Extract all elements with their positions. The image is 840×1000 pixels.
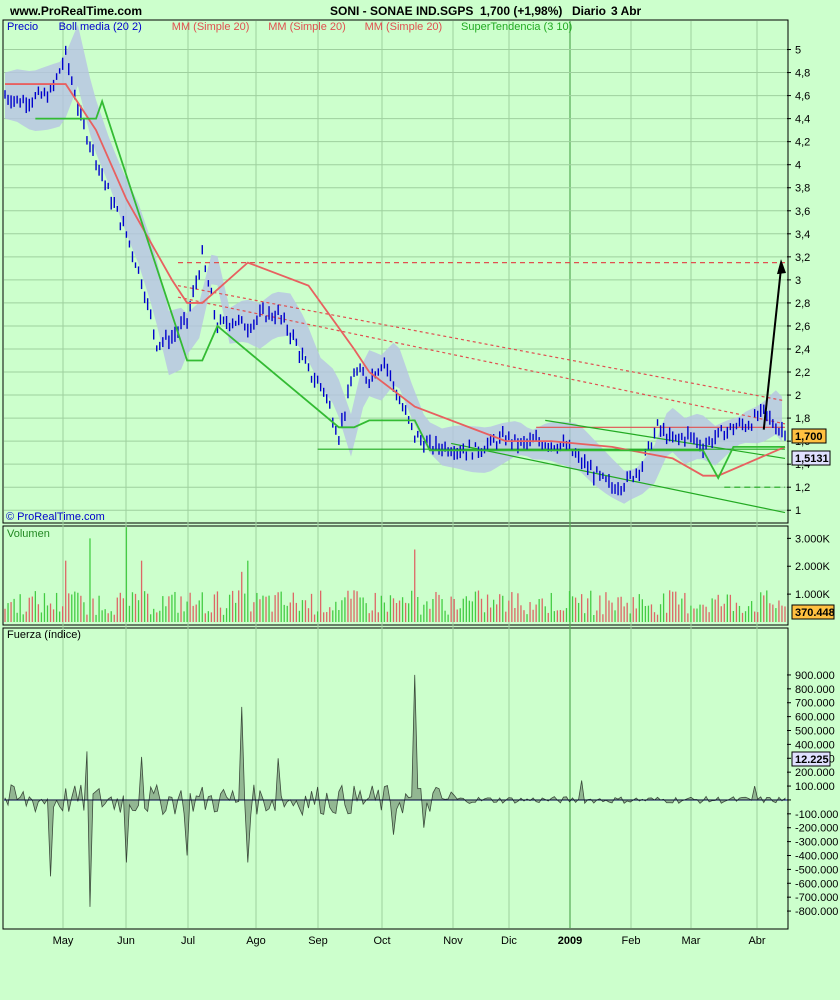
- x-tick-label: Jun: [117, 935, 135, 947]
- legend-item: Boll media (20 2): [59, 21, 142, 33]
- volume-badge-label: 370.448: [795, 607, 835, 619]
- x-tick-label: Abr: [748, 935, 765, 947]
- force-title: Fuerza (índice): [7, 629, 81, 641]
- y-tick-label: 1,2: [795, 482, 810, 494]
- y-tick-label: 4,4: [795, 114, 810, 126]
- x-tick-label: Dic: [501, 935, 517, 947]
- y-tick-label: 4,8: [795, 68, 810, 80]
- force-tick-label: -800.000: [795, 906, 838, 918]
- x-tick-label: Nov: [443, 935, 463, 947]
- y-tick-label: 2,8: [795, 298, 810, 310]
- volume-tick-label: 3.000K: [795, 533, 831, 545]
- y-tick-label: 3,6: [795, 206, 810, 218]
- period: Diario: [572, 4, 606, 18]
- x-tick-label: 2009: [558, 935, 582, 947]
- y-tick-label: 2,2: [795, 367, 810, 379]
- volume-title: Volumen: [7, 528, 50, 540]
- force-badge-label: 12.225: [795, 754, 829, 766]
- x-tick-label: Jul: [181, 935, 195, 947]
- legend-item: SuperTendencia (3 10): [461, 21, 572, 33]
- y-tick-label: 3,2: [795, 252, 810, 264]
- chart-canvas: www.ProRealTime.com SONI - SONAE IND.SGP…: [2, 4, 838, 947]
- y-tick-label: 3,8: [795, 183, 810, 195]
- x-tick-label: May: [53, 935, 74, 947]
- y-tick-label: 2,6: [795, 321, 810, 333]
- force-panel[interactable]: [2, 627, 789, 930]
- y-tick-label: 2,4: [795, 344, 810, 356]
- y-tick-label: 1,8: [795, 413, 810, 425]
- y-tick-label: 1: [795, 505, 801, 517]
- legend-item: MM (Simple 20): [268, 21, 346, 33]
- force-tick-label: -300.000: [795, 837, 838, 849]
- volume-tick-label: 2.000K: [795, 561, 831, 573]
- instrument-name: SONI - SONAE IND.SGPS: [330, 4, 473, 18]
- force-tick-label: -500.000: [795, 864, 838, 876]
- price-change: 1,700 (+1,98%): [480, 4, 562, 18]
- date: 3 Abr: [611, 4, 642, 18]
- force-tick-label: 400.000: [795, 739, 835, 751]
- force-tick-label: 500.000: [795, 726, 835, 738]
- x-tick-label: Mar: [682, 935, 701, 947]
- force-tick-label: -600.000: [795, 878, 838, 890]
- force-tick-label: -700.000: [795, 892, 838, 904]
- y-tick-label: 2: [795, 390, 801, 402]
- y-tick-label: 5: [795, 45, 801, 57]
- watermark: © ProRealTime.com: [6, 511, 105, 523]
- y-tick-label: 4,2: [795, 137, 810, 149]
- y-tick-label: 3: [795, 275, 801, 287]
- y-tick-label: 4,6: [795, 91, 810, 103]
- force-tick-label: 900.000: [795, 670, 835, 682]
- force-tick-label: -200.000: [795, 823, 838, 835]
- force-tick-label: 800.000: [795, 684, 835, 696]
- force-tick-label: -100.000: [795, 809, 838, 821]
- force-tick-label: 700.000: [795, 698, 835, 710]
- x-tick-label: Feb: [622, 935, 641, 947]
- force-tick-label: -400.000: [795, 851, 838, 863]
- y-tick-label: 3,4: [795, 229, 810, 241]
- site-name[interactable]: www.ProRealTime.com: [9, 4, 142, 18]
- x-tick-label: Sep: [308, 935, 328, 947]
- force-tick-label: 100.000: [795, 781, 835, 793]
- x-tick-label: Oct: [373, 935, 390, 947]
- price-badge-label: 1,700: [795, 431, 823, 443]
- force-tick-label: 200.000: [795, 767, 835, 779]
- legend-item: MM (Simple 20): [365, 21, 443, 33]
- y-tick-label: 4: [795, 160, 801, 172]
- legend-item: MM (Simple 20): [172, 21, 250, 33]
- legend-item: Precio: [7, 21, 38, 33]
- supertrend-badge-label: 1,5131: [795, 453, 829, 465]
- legend: Precio Boll media (20 2) MM (Simple 20) MM …: [7, 21, 572, 33]
- x-tick-label: Ago: [246, 935, 266, 947]
- volume-tick-label: 1.000K: [795, 589, 831, 601]
- force-tick-label: 600.000: [795, 712, 835, 724]
